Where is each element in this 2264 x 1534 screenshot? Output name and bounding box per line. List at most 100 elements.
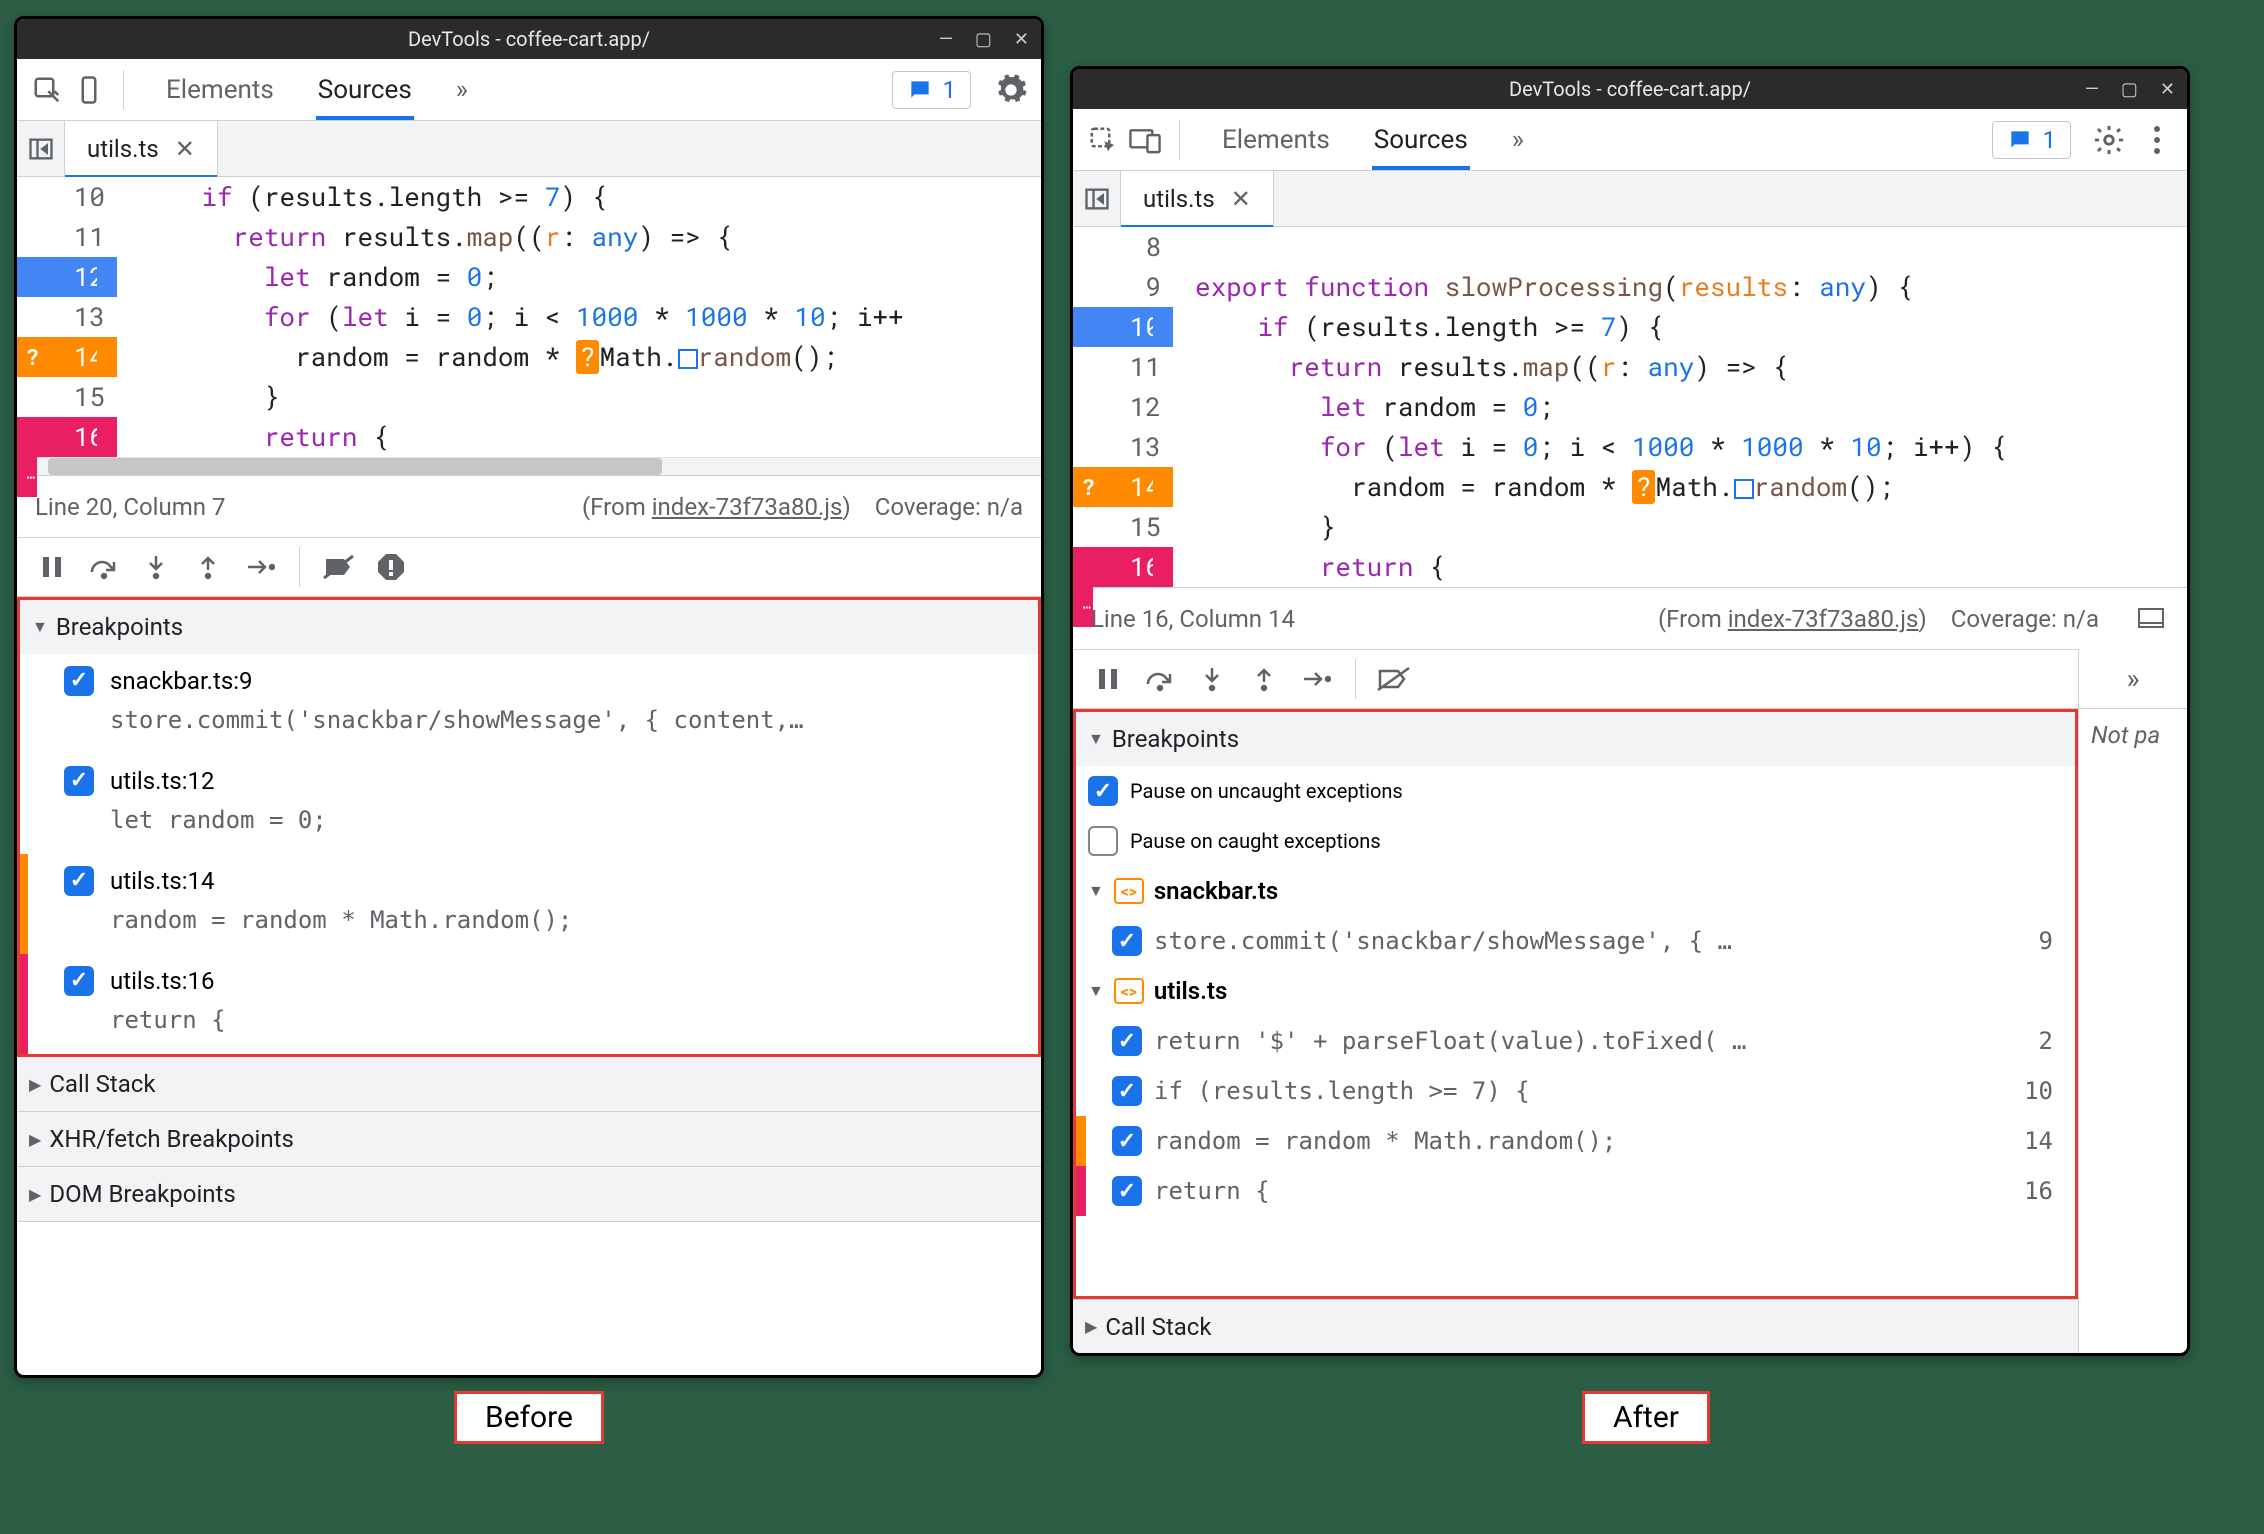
caption-after: After [1582, 1391, 1710, 1444]
window-titlebar[interactable]: DevTools - coffee-cart.app/ — ▢ ✕ [17, 19, 1041, 59]
minimize-button[interactable]: — [939, 29, 953, 50]
code-editor[interactable]: 89export function slowProcessing(results… [1073, 227, 2187, 587]
breakpoint-location: utils.ts:14 [110, 862, 1026, 900]
checkbox[interactable] [1088, 826, 1118, 856]
breakpoint-location: utils.ts:12 [110, 762, 1026, 800]
tab-more[interactable]: » [1510, 111, 1526, 169]
debugger-toolbar [1073, 649, 2078, 709]
breakpoint-checkbox[interactable] [1112, 1026, 1142, 1056]
close-tab-icon[interactable]: ✕ [175, 135, 195, 163]
pane-header[interactable]: ▶XHR/fetch Breakpoints [17, 1112, 1041, 1166]
breakpoint-line-number: 2 [2039, 1027, 2063, 1055]
breakpoint-file-header[interactable]: ▼<>snackbar.ts [1076, 866, 2075, 916]
breakpoint-checkbox[interactable] [64, 666, 94, 696]
breakpoint-checkbox[interactable] [1112, 926, 1142, 956]
kebab-icon[interactable] [2139, 122, 2175, 158]
maximize-button[interactable]: ▢ [975, 29, 992, 50]
inspect-icon[interactable] [29, 72, 65, 108]
settings-icon[interactable] [2091, 122, 2127, 158]
show-coverage-icon[interactable] [2133, 601, 2169, 637]
cursor-position: Line 20, Column 7 [35, 493, 225, 521]
navigator-toggle-icon[interactable] [1073, 171, 1121, 227]
window-titlebar[interactable]: DevTools - coffee-cart.app/ — ▢ ✕ [1073, 69, 2187, 109]
breakpoint-line-number: 10 [2024, 1077, 2063, 1105]
pause-icon[interactable] [31, 546, 73, 588]
code-editor[interactable]: 10 if (results.length >= 7) {11 return r… [17, 177, 1041, 457]
device-icon[interactable] [1127, 122, 1163, 158]
tab-elements[interactable]: Elements [164, 61, 276, 119]
settings-icon[interactable] [993, 72, 1029, 108]
tab-sources[interactable]: Sources [316, 61, 414, 119]
sourcemap-link[interactable]: index-73f73a80.js [652, 493, 843, 521]
breakpoint-item[interactable]: utils.ts:14random = random * Math.random… [20, 854, 1038, 954]
tab-elements[interactable]: Elements [1220, 111, 1332, 169]
exception-toggle[interactable]: Pause on uncaught exceptions [1076, 766, 2075, 816]
breakpoint-checkbox[interactable] [1112, 1076, 1142, 1106]
file-tabs: utils.ts ✕ [1073, 171, 2187, 227]
sourcemap-info: (From index-73f73a80.js) [582, 493, 851, 521]
breakpoint-location: utils.ts:16 [110, 962, 1026, 1000]
deactivate-breakpoints-icon[interactable] [318, 546, 360, 588]
breakpoint-row[interactable]: return {16 [1076, 1166, 2075, 1216]
sourcemap-link[interactable]: index-73f73a80.js [1728, 605, 1919, 633]
breakpoint-item[interactable]: utils.ts:12let random = 0; [20, 754, 1038, 854]
pane-header[interactable]: ▶Call Stack [17, 1057, 1041, 1111]
breakpoint-checkbox[interactable] [64, 766, 94, 796]
checkbox[interactable] [1088, 776, 1118, 806]
breakpoints-header[interactable]: ▼ Breakpoints [1076, 712, 2075, 766]
minimize-button[interactable]: — [2085, 79, 2099, 100]
file-tab-utils[interactable]: utils.ts ✕ [65, 121, 218, 177]
close-tab-icon[interactable]: ✕ [1231, 185, 1251, 213]
pause-exceptions-icon[interactable] [370, 546, 412, 588]
breakpoint-row[interactable]: if (results.length >= 7) {10 [1076, 1066, 2075, 1116]
inspect-icon[interactable] [1085, 122, 1121, 158]
step-icon[interactable] [239, 546, 281, 588]
step-icon[interactable] [1295, 658, 1337, 700]
breakpoint-code: random = random * Math.random(); [110, 900, 1026, 940]
main-toolbar: Elements Sources » 1 [17, 59, 1041, 121]
sidebar-more-icon[interactable]: » [2079, 649, 2187, 709]
tab-more[interactable]: » [454, 61, 470, 119]
breakpoint-row[interactable]: return '$' + parseFloat(value).toFixed( … [1076, 1016, 2075, 1066]
disclosure-triangle-icon: ▶ [1085, 1317, 1097, 1336]
cursor-position: Line 16, Column 14 [1091, 605, 1295, 633]
messages-badge[interactable]: 1 [892, 71, 972, 109]
navigator-toggle-icon[interactable] [17, 121, 65, 177]
breakpoint-item[interactable]: utils.ts:16return { [20, 954, 1038, 1054]
breakpoint-checkbox[interactable] [1112, 1176, 1142, 1206]
exception-toggle[interactable]: Pause on caught exceptions [1076, 816, 2075, 866]
breakpoint-row[interactable]: random = random * Math.random();14 [1076, 1116, 2075, 1166]
file-tab-utils[interactable]: utils.ts ✕ [1121, 171, 1274, 227]
toggle-label: Pause on uncaught exceptions [1130, 779, 1403, 803]
close-button[interactable]: ✕ [2160, 79, 2175, 100]
tab-sources[interactable]: Sources [1372, 111, 1470, 169]
breakpoint-checkbox[interactable] [64, 866, 94, 896]
window-title: DevTools - coffee-cart.app/ [408, 27, 650, 51]
call-stack-header[interactable]: ▶ Call Stack [1073, 1299, 2078, 1353]
step-over-icon[interactable] [1139, 658, 1181, 700]
step-over-icon[interactable] [83, 546, 125, 588]
step-into-icon[interactable] [1191, 658, 1233, 700]
close-button[interactable]: ✕ [1014, 29, 1029, 50]
breakpoint-file-header[interactable]: ▼<>utils.ts [1076, 966, 2075, 1016]
panel-tabs: Elements Sources » [1220, 111, 1526, 169]
breakpoint-checkbox[interactable] [64, 966, 94, 996]
pane-header[interactable]: ▶DOM Breakpoints [17, 1167, 1041, 1221]
step-out-icon[interactable] [187, 546, 229, 588]
device-icon[interactable] [71, 72, 107, 108]
step-into-icon[interactable] [135, 546, 177, 588]
breakpoint-item[interactable]: snackbar.ts:9store.commit('snackbar/show… [20, 654, 1038, 754]
step-out-icon[interactable] [1243, 658, 1285, 700]
breakpoints-title: Breakpoints [56, 613, 183, 641]
breakpoints-header[interactable]: ▼ Breakpoints [20, 600, 1038, 654]
breakpoint-row[interactable]: store.commit('snackbar/showMessage', { …… [1076, 916, 2075, 966]
panel-tabs: Elements Sources » [164, 61, 470, 119]
pause-icon[interactable] [1087, 658, 1129, 700]
breakpoint-checkbox[interactable] [1112, 1126, 1142, 1156]
messages-badge[interactable]: 1 [1992, 121, 2072, 159]
breakpoint-code: return '$' + parseFloat(value).toFixed( … [1154, 1027, 2027, 1055]
horizontal-scrollbar[interactable] [17, 457, 1041, 475]
deactivate-breakpoints-icon[interactable] [1374, 658, 1416, 700]
call-stack-title: Call Stack [1105, 1313, 1211, 1341]
maximize-button[interactable]: ▢ [2121, 79, 2138, 100]
